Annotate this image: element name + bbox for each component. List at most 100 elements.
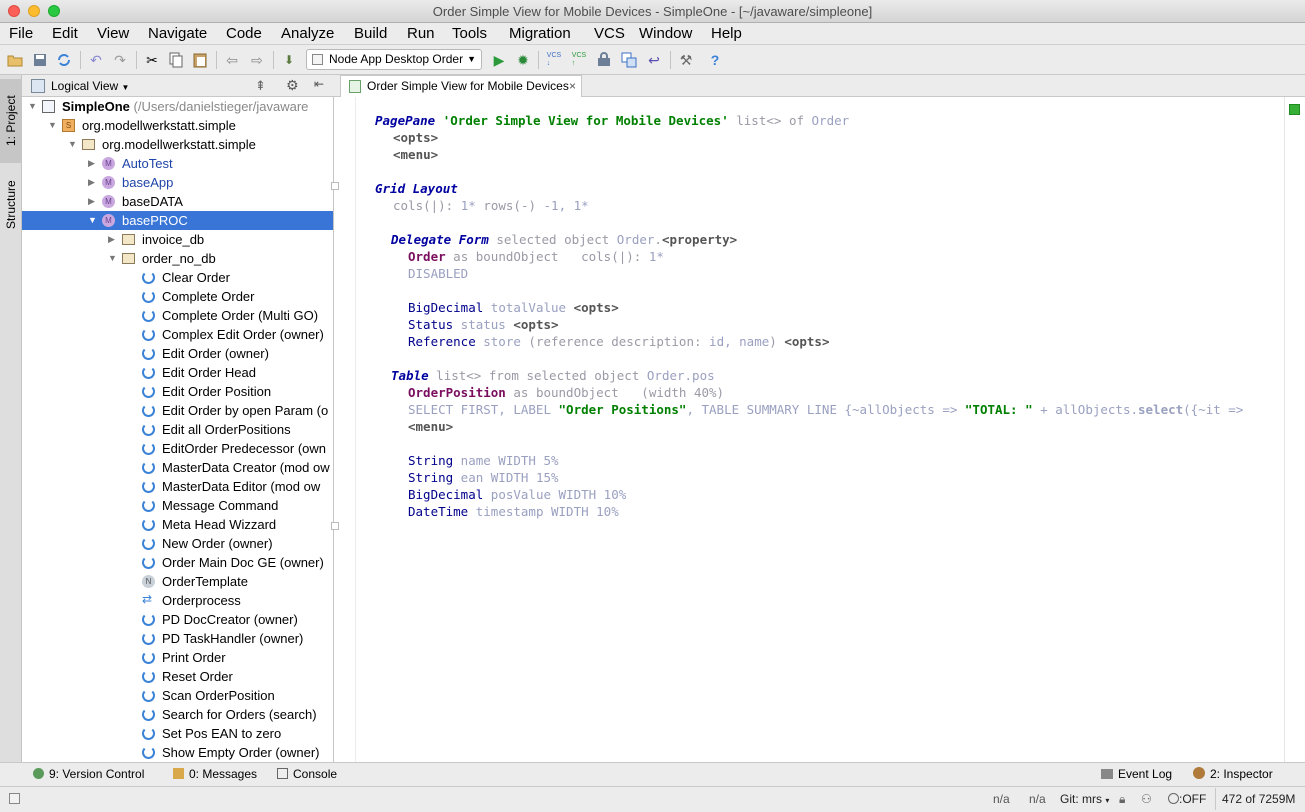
- forward-icon[interactable]: ⇨: [248, 51, 266, 69]
- expand-arrow-icon[interactable]: ▼: [68, 135, 78, 154]
- close-tab-icon[interactable]: ×: [569, 76, 576, 97]
- paste-icon[interactable]: [191, 51, 209, 69]
- compare-icon[interactable]: [620, 51, 638, 69]
- tab-structure[interactable]: Structure: [0, 169, 22, 241]
- tree-item[interactable]: PD DocCreator (owner): [22, 610, 333, 629]
- minimize-window-button[interactable]: [28, 5, 40, 17]
- collapse-arrow-icon[interactable]: ▶: [88, 192, 98, 211]
- menu-analyze[interactable]: Analyze: [281, 24, 334, 44]
- make-project-icon[interactable]: ⬇: [280, 51, 298, 69]
- tool-event-log[interactable]: Event Log: [1101, 767, 1172, 781]
- save-icon[interactable]: [31, 51, 49, 69]
- lock-icon[interactable]: 🔒︎: [1119, 792, 1125, 807]
- tool-messages[interactable]: 0: Messages: [173, 767, 257, 781]
- tool-inspector[interactable]: 2: Inspector: [1193, 767, 1273, 781]
- tree-item[interactable]: Scan OrderPosition: [22, 686, 333, 705]
- copy-icon[interactable]: [167, 51, 185, 69]
- tree-item[interactable]: Edit all OrderPositions: [22, 420, 333, 439]
- collapse-arrow-icon[interactable]: ▶: [108, 230, 118, 249]
- tree-item[interactable]: MasterData Creator (mod ow: [22, 458, 333, 477]
- menu-file[interactable]: File: [9, 24, 33, 44]
- tree-item[interactable]: Print Order: [22, 648, 333, 667]
- settings-wrench-icon[interactable]: ⚒: [677, 51, 695, 69]
- collapse-all-icon[interactable]: ⇞: [255, 78, 266, 94]
- tree-item[interactable]: Set Pos EAN to zero: [22, 724, 333, 743]
- tree-item[interactable]: Edit Order Head: [22, 363, 333, 382]
- menu-view[interactable]: View: [97, 24, 129, 44]
- vcs-history-icon[interactable]: [595, 51, 613, 69]
- tree-item[interactable]: Edit Order Position: [22, 382, 333, 401]
- fold-marker-icon[interactable]: [331, 522, 339, 530]
- expand-arrow-icon[interactable]: ▼: [108, 249, 118, 268]
- menu-help[interactable]: Help: [711, 24, 742, 44]
- inspector-status-icon[interactable]: ⚇: [1141, 792, 1152, 806]
- tree-item[interactable]: Edit Order (owner): [22, 344, 333, 363]
- cut-icon[interactable]: ✂: [143, 51, 161, 69]
- tree-item[interactable]: ▶ invoice_db: [22, 230, 333, 249]
- back-icon[interactable]: ⇦: [223, 51, 241, 69]
- collapse-arrow-icon[interactable]: ▶: [88, 173, 98, 192]
- tree-item[interactable]: ▼ order_no_db: [22, 249, 333, 268]
- tree-item[interactable]: ⇄ Orderprocess: [22, 591, 333, 610]
- redo-icon[interactable]: ↷: [111, 51, 129, 69]
- tree-item[interactable]: Order Main Doc GE (owner): [22, 553, 333, 572]
- expand-arrow-icon[interactable]: ▼: [88, 211, 98, 230]
- fold-marker-icon[interactable]: [331, 182, 339, 190]
- power-save-indicator[interactable]: :OFF: [1168, 792, 1206, 806]
- undo-icon[interactable]: ↶: [87, 51, 105, 69]
- tree-item[interactable]: Edit Order by open Param (o: [22, 401, 333, 420]
- view-selector[interactable]: Logical View ▼: [51, 78, 129, 96]
- vcs-commit-icon[interactable]: VCS ↑: [570, 51, 588, 69]
- close-window-button[interactable]: [8, 5, 20, 17]
- menu-edit[interactable]: Edit: [52, 24, 78, 44]
- collapse-arrow-icon[interactable]: ▶: [88, 154, 98, 173]
- tree-item[interactable]: Reset Order: [22, 667, 333, 686]
- tree-item[interactable]: EditOrder Predecessor (own: [22, 439, 333, 458]
- sync-icon[interactable]: [55, 51, 73, 69]
- tree-item[interactable]: ▼ MbasePROC: [22, 211, 333, 230]
- menu-navigate[interactable]: Navigate: [148, 24, 207, 44]
- toggle-tool-windows-icon[interactable]: [9, 793, 20, 804]
- inspection-ok-icon[interactable]: [1289, 104, 1300, 115]
- gear-icon[interactable]: ⚙: [286, 77, 299, 94]
- git-branch[interactable]: Git: mrs ▾: [1060, 792, 1109, 806]
- tool-version-control[interactable]: 9: Version Control: [33, 767, 144, 781]
- code-editor[interactable]: PagePane 'Order Simple View for Mobile D…: [356, 97, 1284, 762]
- tab-project[interactable]: 1: Project: [0, 79, 22, 163]
- menu-migration[interactable]: Migration: [509, 24, 571, 44]
- menu-run[interactable]: Run: [407, 24, 435, 44]
- expand-arrow-icon[interactable]: ▼: [28, 97, 38, 116]
- tree-item[interactable]: Complex Edit Order (owner): [22, 325, 333, 344]
- menu-code[interactable]: Code: [226, 24, 262, 44]
- revert-icon[interactable]: ↩: [645, 51, 663, 69]
- tree-item[interactable]: ▶ MbaseApp: [22, 173, 333, 192]
- debug-icon[interactable]: ✹: [514, 51, 532, 69]
- tree-item[interactable]: N OrderTemplate: [22, 572, 333, 591]
- tree-item[interactable]: ▼ Sorg.modellwerkstatt.simple: [22, 116, 333, 135]
- tree-item[interactable]: ▼ org.modellwerkstatt.simple: [22, 135, 333, 154]
- editor-tab-active[interactable]: Order Simple View for Mobile Devices ×: [340, 75, 582, 97]
- menu-build[interactable]: Build: [354, 24, 387, 44]
- tree-item[interactable]: PD TaskHandler (owner): [22, 629, 333, 648]
- tool-console[interactable]: Console: [277, 767, 337, 781]
- help-icon[interactable]: ?: [706, 51, 724, 69]
- tree-item[interactable]: Complete Order: [22, 287, 333, 306]
- menu-window[interactable]: Window: [639, 24, 692, 44]
- tree-item[interactable]: Show Empty Order (owner): [22, 743, 333, 762]
- tree-item[interactable]: ▶ M AutoTest: [22, 154, 333, 173]
- tree-item[interactable]: New Order (owner): [22, 534, 333, 553]
- tree-item[interactable]: MasterData Editor (mod ow: [22, 477, 333, 496]
- memory-indicator[interactable]: 472 of 7259M: [1215, 788, 1301, 810]
- menu-tools[interactable]: Tools: [452, 24, 487, 44]
- vcs-update-icon[interactable]: VCS ↓: [545, 51, 563, 69]
- open-folder-icon[interactable]: [6, 51, 24, 69]
- menu-vcs[interactable]: VCS: [594, 24, 625, 44]
- tree-item[interactable]: Message Command: [22, 496, 333, 515]
- tree-item[interactable]: Search for Orders (search): [22, 705, 333, 724]
- hide-panel-icon[interactable]: ⇤: [314, 77, 324, 91]
- tree-item[interactable]: ▼ SimpleOne (/Users/danielstieger/javawar…: [22, 97, 333, 116]
- expand-arrow-icon[interactable]: ▼: [48, 116, 58, 135]
- tree-item[interactable]: Meta Head Wizzard: [22, 515, 333, 534]
- tree-item[interactable]: Clear Order: [22, 268, 333, 287]
- tree-item[interactable]: Complete Order (Multi GO): [22, 306, 333, 325]
